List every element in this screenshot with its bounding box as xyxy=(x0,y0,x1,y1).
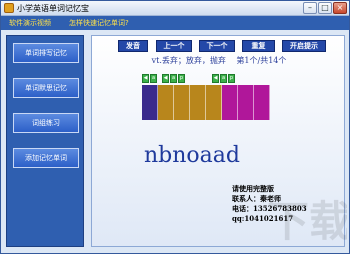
previous-button[interactable]: 上一个 xyxy=(156,40,192,52)
letter-block[interactable] xyxy=(142,85,158,120)
tag-group: ◀ a p xyxy=(212,74,235,83)
sound-icon[interactable]: ◀ xyxy=(142,74,149,83)
tag-row: ◀ a ◀ a p ◀ a p xyxy=(142,74,272,84)
a-icon[interactable]: a xyxy=(170,74,177,83)
tag-group: ◀ a xyxy=(142,74,157,83)
contact-line-phone: 电话：13526783803 xyxy=(232,204,307,213)
menu-demo-video[interactable]: 软件演示视频 xyxy=(9,17,51,29)
p-icon[interactable]: p xyxy=(178,74,185,83)
menu-memory-tips[interactable]: 怎样快速记忆单词? xyxy=(69,17,129,29)
title-bar: 小学英语单词记忆宝 – □ × xyxy=(1,1,349,16)
letter-block[interactable] xyxy=(190,85,206,120)
letter-block[interactable] xyxy=(206,85,222,120)
letter-block[interactable] xyxy=(238,85,254,120)
minimize-button[interactable]: – xyxy=(303,2,317,14)
window-title: 小学英语单词记忆宝 xyxy=(17,4,89,13)
sound-icon[interactable]: ◀ xyxy=(212,74,219,83)
contact-line-person: 联系人：秦老师 xyxy=(232,194,281,203)
word-position: 第1个/共14个 xyxy=(236,56,287,65)
app-icon xyxy=(4,3,14,13)
repeat-button[interactable]: 重复 xyxy=(242,40,275,52)
word-hint-line: vt.丢弃；放弃，抛弃 第1个/共14个 xyxy=(92,55,346,66)
sidebar-item-dictation[interactable]: 单词默思记忆 xyxy=(13,78,79,98)
letter-block[interactable] xyxy=(158,85,174,120)
next-button[interactable]: 下一个 xyxy=(199,40,235,52)
letter-blocks xyxy=(142,85,272,120)
sidebar-item-spelling[interactable]: 单词排写记忆 xyxy=(13,43,79,63)
pronounce-button[interactable]: 发音 xyxy=(118,40,148,52)
contact-line-upgrade: 请使用完整版 xyxy=(232,184,274,193)
window-controls: – □ × xyxy=(303,2,347,14)
study-panel: 发音 上一个 下一个 重复 开启提示 vt.丢弃；放弃，抛弃 第1个/共14个 … xyxy=(91,35,347,247)
letter-block[interactable] xyxy=(254,85,270,120)
sidebar-item-add-words[interactable]: 添加记忆单词 xyxy=(13,148,79,168)
app-window: 小学英语单词记忆宝 – □ × 软件演示视频 怎样快速记忆单词? 单词排写记忆 … xyxy=(0,0,350,254)
a-icon[interactable]: a xyxy=(150,74,157,83)
tag-group: ◀ a p xyxy=(162,74,185,83)
contact-line-qq: qq:1041021617 xyxy=(232,214,294,223)
sound-icon[interactable]: ◀ xyxy=(162,74,169,83)
close-button[interactable]: × xyxy=(333,2,347,14)
hint-button[interactable]: 开启提示 xyxy=(282,40,326,52)
maximize-button[interactable]: □ xyxy=(318,2,332,14)
word-definition: vt.丢弃；放弃，抛弃 xyxy=(151,56,226,65)
a-icon[interactable]: a xyxy=(220,74,227,83)
p-icon[interactable]: p xyxy=(228,74,235,83)
letter-block[interactable] xyxy=(222,85,238,120)
sidebar-item-phrases[interactable]: 词组练习 xyxy=(13,113,79,133)
sidebar: 单词排写记忆 单词默思记忆 词组练习 添加记忆单词 xyxy=(6,35,84,247)
menu-bar: 软件演示视频 怎样快速记忆单词? xyxy=(1,16,349,30)
contact-info: 请使用完整版 联系人：秦老师 电话：13526783803 qq:1041021… xyxy=(232,184,307,224)
letter-block[interactable] xyxy=(174,85,190,120)
scrambled-word: nbnoaad xyxy=(144,143,240,168)
